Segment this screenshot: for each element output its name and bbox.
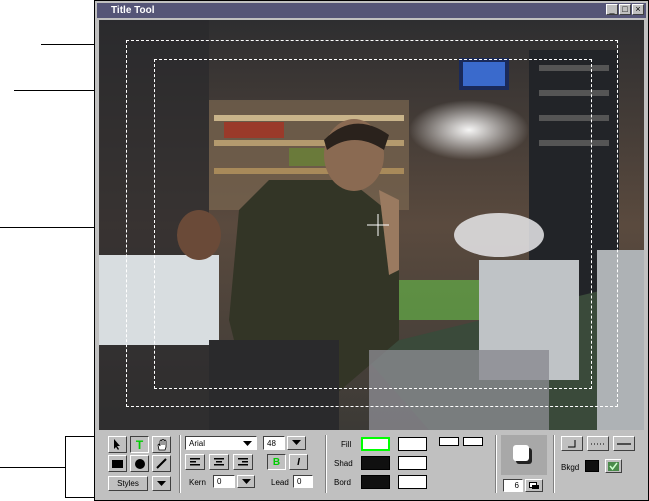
font-select[interactable]: Arial xyxy=(185,436,257,450)
font-size-value: 48 xyxy=(267,438,276,448)
styles-button[interactable]: Styles xyxy=(108,476,148,491)
styles-dropdown-button[interactable] xyxy=(152,476,171,491)
border-alt-swatch[interactable] xyxy=(398,475,427,489)
window-controls: _ □ × xyxy=(606,4,644,15)
shadow-direction-button[interactable] xyxy=(525,479,543,492)
divider xyxy=(553,435,554,493)
text-tool-button[interactable]: T xyxy=(130,436,149,453)
callout-toolbar-bracket xyxy=(65,436,66,498)
font-size-field[interactable]: 48 xyxy=(263,436,285,450)
shadow-alt-swatch[interactable] xyxy=(398,456,427,470)
rectangle-tool-button[interactable] xyxy=(108,455,127,472)
gradient-end-swatch[interactable] xyxy=(463,437,483,446)
chevron-down-icon xyxy=(243,441,252,446)
window-title: Title Tool xyxy=(111,5,155,16)
chevron-down-icon xyxy=(292,440,301,445)
selection-tool-button[interactable] xyxy=(108,436,127,453)
corner-border-icon xyxy=(568,439,576,447)
shadow-color-swatch[interactable] xyxy=(361,456,390,470)
shadow-direction-icon xyxy=(529,482,539,489)
minimize-button[interactable]: _ xyxy=(606,4,618,15)
align-left-button[interactable] xyxy=(185,454,205,470)
fill-alt-swatch[interactable] xyxy=(398,437,427,451)
dotted-border-icon xyxy=(591,443,605,444)
align-left-icon xyxy=(190,458,200,466)
border-style-solid-button[interactable] xyxy=(613,436,635,451)
bkgd-label: Bkgd xyxy=(561,463,580,472)
fill-label: Fill xyxy=(341,440,352,449)
checkmark-icon xyxy=(608,461,619,471)
align-center-icon xyxy=(214,458,224,466)
shad-label: Shad xyxy=(334,459,353,468)
callout-toolbar-mid xyxy=(0,467,65,468)
shadow-preview[interactable] xyxy=(501,435,547,475)
close-button[interactable]: × xyxy=(632,4,644,15)
ellipse-tool-icon xyxy=(134,458,145,469)
font-value: Arial xyxy=(189,438,206,448)
hand-tool-icon xyxy=(157,438,166,450)
align-right-button[interactable] xyxy=(233,454,253,470)
border-style-corner-button[interactable] xyxy=(561,436,583,451)
shadow-box-icon xyxy=(513,445,529,461)
align-right-icon xyxy=(238,458,248,466)
video-preview[interactable] xyxy=(99,20,644,430)
tool-panel: T Styles Arial 48 B I Kern 0 Lead 0 Fill… xyxy=(99,431,644,497)
kern-value: 0 xyxy=(217,477,222,486)
chevron-down-icon xyxy=(241,478,251,484)
kern-label: Kern xyxy=(189,478,206,487)
divider xyxy=(325,435,326,493)
lead-label: Lead xyxy=(271,478,289,487)
title-bar[interactable]: Title Tool _ □ × xyxy=(97,3,646,18)
background-enable-checkbox[interactable] xyxy=(605,459,622,473)
shadow-offset-value: 6 xyxy=(514,481,519,490)
maximize-button[interactable]: □ xyxy=(619,4,631,15)
ellipse-tool-button[interactable] xyxy=(130,455,149,472)
solid-border-icon xyxy=(617,442,631,445)
lead-value: 0 xyxy=(297,477,302,486)
bord-label: Bord xyxy=(334,478,351,487)
border-style-dotted-button[interactable] xyxy=(587,436,609,451)
font-size-dropdown-button[interactable] xyxy=(287,436,306,450)
italic-button[interactable]: I xyxy=(289,454,308,470)
hand-tool-button[interactable] xyxy=(152,436,171,453)
gradient-start-swatch[interactable] xyxy=(439,437,459,446)
border-color-swatch[interactable] xyxy=(361,475,390,489)
title-safe-boundary xyxy=(154,59,592,389)
kern-field[interactable]: 0 xyxy=(213,475,235,488)
align-center-button[interactable] xyxy=(209,454,229,470)
lead-field[interactable]: 0 xyxy=(293,475,313,488)
divider xyxy=(495,435,496,493)
chevron-down-icon xyxy=(157,480,166,486)
background-color-swatch[interactable] xyxy=(585,460,599,472)
divider xyxy=(179,435,180,493)
kern-dropdown-button[interactable] xyxy=(237,475,255,488)
text-tool-icon: T xyxy=(135,437,144,452)
arrow-cursor-icon xyxy=(114,439,120,450)
line-tool-icon xyxy=(156,458,167,469)
title-tool-window: Title Tool _ □ × T Styles Arial 48 B I K… xyxy=(94,0,649,501)
line-tool-button[interactable] xyxy=(152,455,171,472)
fill-color-swatch[interactable] xyxy=(361,437,390,451)
shadow-offset-field[interactable]: 6 xyxy=(503,479,523,492)
bold-button[interactable]: B xyxy=(267,454,286,470)
rectangle-tool-icon xyxy=(112,459,123,468)
